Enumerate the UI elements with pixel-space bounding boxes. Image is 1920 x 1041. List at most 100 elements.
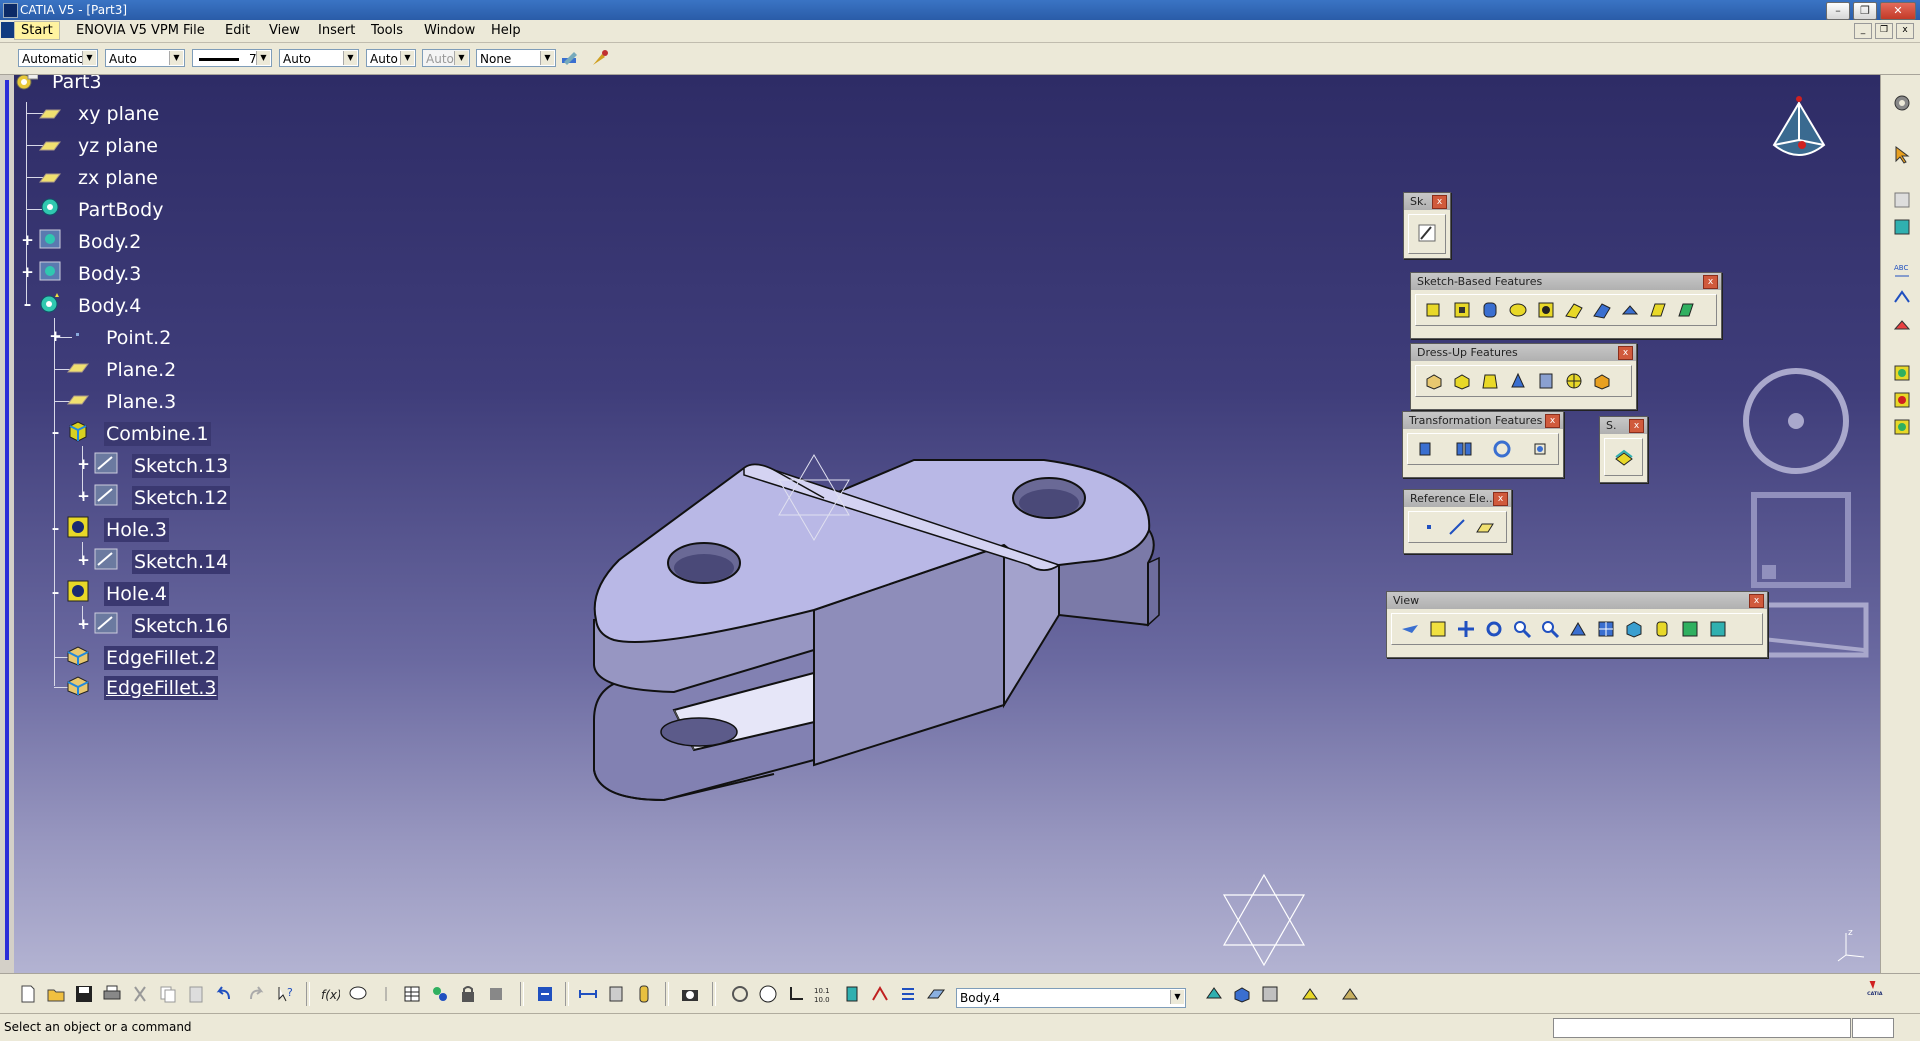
tree-collapse-toggle[interactable]: –: [49, 585, 62, 600]
menu-help[interactable]: Help: [491, 23, 521, 38]
tree-node-partbody[interactable]: PartBody: [78, 198, 163, 222]
pan-icon[interactable]: [1456, 619, 1476, 639]
zoom-in-icon[interactable]: [1512, 619, 1532, 639]
removed-multi-section-icon[interactable]: [1676, 300, 1696, 320]
formula-icon[interactable]: f(x): [320, 984, 340, 1004]
analysis-icon[interactable]: [1300, 984, 1320, 1004]
plane-icon[interactable]: [38, 134, 62, 156]
save-icon[interactable]: [74, 984, 94, 1004]
insert-body-icon[interactable]: [1204, 984, 1224, 1004]
select-arrow-icon[interactable]: [1892, 145, 1912, 165]
update-all-icon[interactable]: [535, 984, 555, 1004]
axis-icon[interactable]: [786, 984, 806, 1004]
tree-node-part3[interactable]: Part3: [52, 75, 102, 94]
draft-analysis-icon[interactable]: [1340, 984, 1360, 1004]
slot-icon[interactable]: [1592, 300, 1612, 320]
instantiate-icon[interactable]: [486, 984, 506, 1004]
mdi-restore-button[interactable]: ❐: [1875, 23, 1893, 39]
tree-expand-toggle[interactable]: +: [49, 329, 62, 344]
chevron-down-icon[interactable]: ▼: [1170, 990, 1184, 1004]
update-icon[interactable]: [1892, 190, 1912, 210]
annotation-icon[interactable]: ABC: [1892, 260, 1912, 280]
plane-icon[interactable]: [38, 102, 62, 124]
tree-node-edgefillet2[interactable]: EdgeFillet.2: [104, 646, 219, 670]
multi-view-icon[interactable]: [1596, 619, 1616, 639]
rendering-select[interactable]: Auto ▼: [422, 49, 470, 67]
measure-icon[interactable]: [1892, 287, 1912, 307]
sketch-icon[interactable]: [94, 452, 118, 474]
tree-node-sketch12[interactable]: Sketch.12: [132, 486, 231, 510]
body-icon[interactable]: [38, 228, 62, 250]
close-icon[interactable]: x: [1703, 275, 1718, 289]
chevron-down-icon[interactable]: ▼: [400, 51, 414, 65]
tree-expand-toggle[interactable]: +: [21, 265, 34, 280]
sketch-icon[interactable]: [94, 612, 118, 634]
menu-file[interactable]: File: [183, 23, 205, 38]
menu-edit[interactable]: Edit: [225, 23, 250, 38]
3d-viewport[interactable]: + + – + – + + – + – + Part3 xy plane yz …: [14, 75, 1880, 973]
layer-select[interactable]: None ▼: [476, 49, 556, 67]
hole-icon[interactable]: [66, 516, 90, 538]
catalog-icon[interactable]: [430, 984, 450, 1004]
swap-visible-space-icon[interactable]: [1708, 619, 1728, 639]
tree-node-hole4[interactable]: Hole.4: [104, 582, 170, 606]
point-symbol-select[interactable]: Auto ▼: [366, 49, 416, 67]
groove-icon[interactable]: [1508, 300, 1528, 320]
rotate-icon[interactable]: [1484, 619, 1504, 639]
normal-view-icon[interactable]: [1568, 619, 1588, 639]
transparency-select[interactable]: Auto ▼: [105, 49, 185, 67]
apply-material-icon[interactable]: [1892, 315, 1912, 335]
multi-section-solid-icon[interactable]: [1648, 300, 1668, 320]
measure-between-icon[interactable]: [578, 984, 598, 1004]
part-icon[interactable]: [14, 75, 38, 92]
close-icon[interactable]: x: [1629, 419, 1644, 433]
plane-icon[interactable]: [38, 166, 62, 188]
close-icon[interactable]: x: [1545, 414, 1560, 428]
tree-node-body2[interactable]: Body.2: [78, 230, 141, 254]
restore-button[interactable]: ❐: [1853, 2, 1877, 20]
current-body-select[interactable]: Body.4 ▼: [956, 988, 1186, 1008]
print-icon[interactable]: [102, 984, 122, 1004]
boolean-assemble-icon[interactable]: [1892, 363, 1912, 383]
close-button[interactable]: ✕: [1880, 2, 1916, 20]
tree-collapse-toggle[interactable]: –: [49, 425, 62, 440]
point-icon[interactable]: [1419, 517, 1439, 537]
menu-view[interactable]: View: [269, 23, 300, 38]
snap-icon[interactable]: [842, 984, 862, 1004]
tree-node-sketch13[interactable]: Sketch.13: [132, 454, 231, 478]
document-icon[interactable]: [1, 22, 15, 38]
menu-window[interactable]: Window: [424, 23, 475, 38]
fit-all-in-icon[interactable]: [1428, 619, 1448, 639]
define-in-work-object-icon[interactable]: [926, 984, 946, 1004]
tree-expand-toggle[interactable]: +: [77, 457, 90, 472]
chamfer-icon[interactable]: [1452, 371, 1472, 391]
tree-node-point2[interactable]: Point.2: [106, 326, 171, 350]
tree-node-edgefillet3[interactable]: EdgeFillet.3: [104, 676, 219, 700]
boolean-add-icon[interactable]: [1892, 390, 1912, 410]
tree-node-zx-plane[interactable]: zx plane: [78, 166, 158, 190]
menu-tools[interactable]: Tools: [371, 23, 403, 38]
axis-system-icon[interactable]: [1892, 217, 1912, 237]
rotate-view-icon[interactable]: [730, 984, 750, 1004]
thickness-icon[interactable]: [1536, 371, 1556, 391]
measure-inertia-icon[interactable]: [634, 984, 654, 1004]
menu-start[interactable]: Start: [14, 21, 60, 40]
chevron-down-icon[interactable]: ▼: [343, 51, 357, 65]
sketch-icon[interactable]: [94, 548, 118, 570]
mdi-close-button[interactable]: x: [1896, 23, 1914, 39]
menu-insert[interactable]: Insert: [318, 23, 355, 38]
graphic-properties-icon[interactable]: [590, 48, 610, 68]
fly-mode-icon[interactable]: [1400, 619, 1420, 639]
combine-icon[interactable]: [66, 420, 90, 442]
undo-icon[interactable]: [214, 984, 234, 1004]
tree-node-sketch16[interactable]: Sketch.16: [132, 614, 231, 638]
list-icon[interactable]: [898, 984, 918, 1004]
insert-geometrical-set-icon[interactable]: [1232, 984, 1252, 1004]
tree-node-plane2[interactable]: Plane.2: [106, 358, 176, 382]
linetype-select[interactable]: Auto ▼: [279, 49, 359, 67]
mdi-minimize-button[interactable]: _: [1854, 23, 1872, 39]
chevron-down-icon[interactable]: ▼: [169, 51, 183, 65]
body-icon[interactable]: [38, 292, 62, 314]
draft-icon[interactable]: [1480, 371, 1500, 391]
capture-icon[interactable]: [680, 984, 700, 1004]
